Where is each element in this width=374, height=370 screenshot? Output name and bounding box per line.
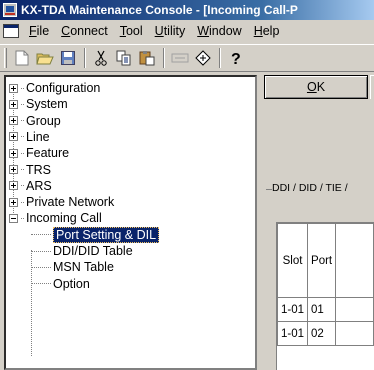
tree-item-label: Configuration xyxy=(26,81,101,95)
tree-item-option[interactable]: Option xyxy=(31,276,90,292)
expand-icon[interactable] xyxy=(9,116,18,126)
tree-connector xyxy=(31,283,51,285)
tree-item-port-setting-dil[interactable]: Port Setting & DIL xyxy=(31,226,160,243)
tree-connector xyxy=(31,266,51,268)
expand-icon[interactable] xyxy=(9,197,18,207)
title-bar[interactable]: KX-TDA Maintenance Console - [Incoming C… xyxy=(0,0,374,20)
tree-connector xyxy=(21,152,24,154)
tree-item-label: Incoming Call xyxy=(26,211,102,226)
help-icon[interactable]: ? xyxy=(225,47,247,69)
tree-item-line[interactable]: Line xyxy=(9,129,50,145)
menu-bar: File Connect Tool Utility Window Help xyxy=(0,20,374,42)
navigation-tree[interactable]: Configuration System Group Line Feature TRS AR… xyxy=(4,75,257,370)
app-icon[interactable] xyxy=(3,3,17,17)
menu-connect[interactable]: Connect xyxy=(55,24,114,38)
tree-item-label: DDI/DID Table xyxy=(53,244,133,258)
tree-item-label: Line xyxy=(26,129,50,144)
tree-connector xyxy=(21,185,24,187)
cancel-button[interactable] xyxy=(370,75,374,99)
expand-icon[interactable] xyxy=(9,148,18,158)
column-header[interactable] xyxy=(335,223,374,298)
tree-item-private-network[interactable]: Private Network xyxy=(9,194,114,210)
paste-icon[interactable] xyxy=(136,47,158,69)
tree-item-label: Port Setting & DIL xyxy=(53,226,160,243)
save-icon[interactable] xyxy=(57,47,79,69)
document-icon[interactable] xyxy=(3,24,19,38)
tree-connector xyxy=(21,217,24,219)
menu-help[interactable]: Help xyxy=(248,24,286,38)
open-icon[interactable] xyxy=(34,47,56,69)
ok-button[interactable]: OK xyxy=(264,75,368,99)
port-table[interactable]: Slot Port 1-01 01 1-01 02 xyxy=(276,222,374,370)
group-label: DDI / DID / TIE / xyxy=(272,182,348,194)
toolbar-separator xyxy=(219,48,221,68)
tree-item-label: MSN Table xyxy=(53,260,114,275)
menu-tool[interactable]: Tool xyxy=(114,24,149,38)
tree-item-feature[interactable]: Feature xyxy=(9,145,69,161)
tree-connector xyxy=(31,250,51,252)
tree-item-configuration[interactable]: Configuration xyxy=(9,80,100,96)
menu-utility[interactable]: Utility xyxy=(149,24,192,38)
tree-connector xyxy=(21,87,24,89)
tree-item-trs[interactable]: TRS xyxy=(9,162,51,178)
table-row[interactable]: 1-01 01 xyxy=(276,297,374,322)
expand-icon[interactable] xyxy=(9,132,18,142)
table-cell[interactable] xyxy=(335,321,374,346)
tree-item-label: Option xyxy=(53,276,90,291)
tree-connector xyxy=(21,136,24,138)
column-header-port[interactable]: Port xyxy=(307,223,337,298)
tree-item-label: Group xyxy=(26,113,61,128)
tree-item-group[interactable]: Group xyxy=(9,113,61,129)
column-header-slot[interactable]: Slot xyxy=(276,223,309,298)
tree-connector xyxy=(21,103,24,105)
expand-icon[interactable] xyxy=(9,165,18,174)
menu-file[interactable]: File xyxy=(23,24,55,38)
table-cell[interactable]: 1-01 xyxy=(276,297,309,322)
tree-connector xyxy=(21,201,24,203)
table-cell[interactable]: 1-01 xyxy=(276,321,309,346)
expand-icon[interactable] xyxy=(9,83,18,93)
tree-item-label: System xyxy=(26,97,68,112)
tree-item-ddi-did-table[interactable]: DDI/DID Table xyxy=(31,243,133,259)
tree-connector xyxy=(21,120,24,122)
svg-text:?: ? xyxy=(231,51,241,66)
tree-item-label: ARS xyxy=(26,178,52,193)
tree-connector xyxy=(21,169,24,170)
table-cell[interactable] xyxy=(335,297,374,322)
toolbar: ? xyxy=(0,44,374,72)
tree-item-label: Private Network xyxy=(26,195,115,210)
collapse-icon[interactable] xyxy=(9,213,18,223)
tree-item-incoming-call[interactable]: Incoming Call xyxy=(9,210,102,226)
new-icon[interactable] xyxy=(11,47,33,69)
toolbar-grip[interactable] xyxy=(4,48,7,68)
table-row[interactable]: 1-01 02 xyxy=(276,321,374,346)
tree-connector xyxy=(31,234,51,236)
connect-icon[interactable] xyxy=(169,47,191,69)
table-cell[interactable]: 02 xyxy=(307,321,337,346)
tree-item-label: Feature xyxy=(26,146,70,161)
tree-item-label: TRS xyxy=(26,162,51,177)
cut-icon[interactable] xyxy=(90,47,112,69)
tree-item-ars[interactable]: ARS xyxy=(9,178,52,194)
toolbar-separator xyxy=(84,48,86,68)
expand-icon[interactable] xyxy=(9,181,18,191)
copy-icon[interactable] xyxy=(113,47,135,69)
expand-icon[interactable] xyxy=(9,99,18,109)
table-cell[interactable]: 01 xyxy=(307,297,337,322)
properties-panel: OK DDI / DID / TIE / Slot Port 1-01 01 1… xyxy=(262,75,374,370)
menu-window[interactable]: Window xyxy=(191,24,247,38)
window-title: KX-TDA Maintenance Console - [Incoming C… xyxy=(21,3,298,17)
tree-item-msn-table[interactable]: MSN Table xyxy=(31,259,114,275)
toolbar-separator xyxy=(163,48,165,68)
tree-item-system[interactable]: System xyxy=(9,96,68,112)
disconnect-icon[interactable] xyxy=(192,47,214,69)
